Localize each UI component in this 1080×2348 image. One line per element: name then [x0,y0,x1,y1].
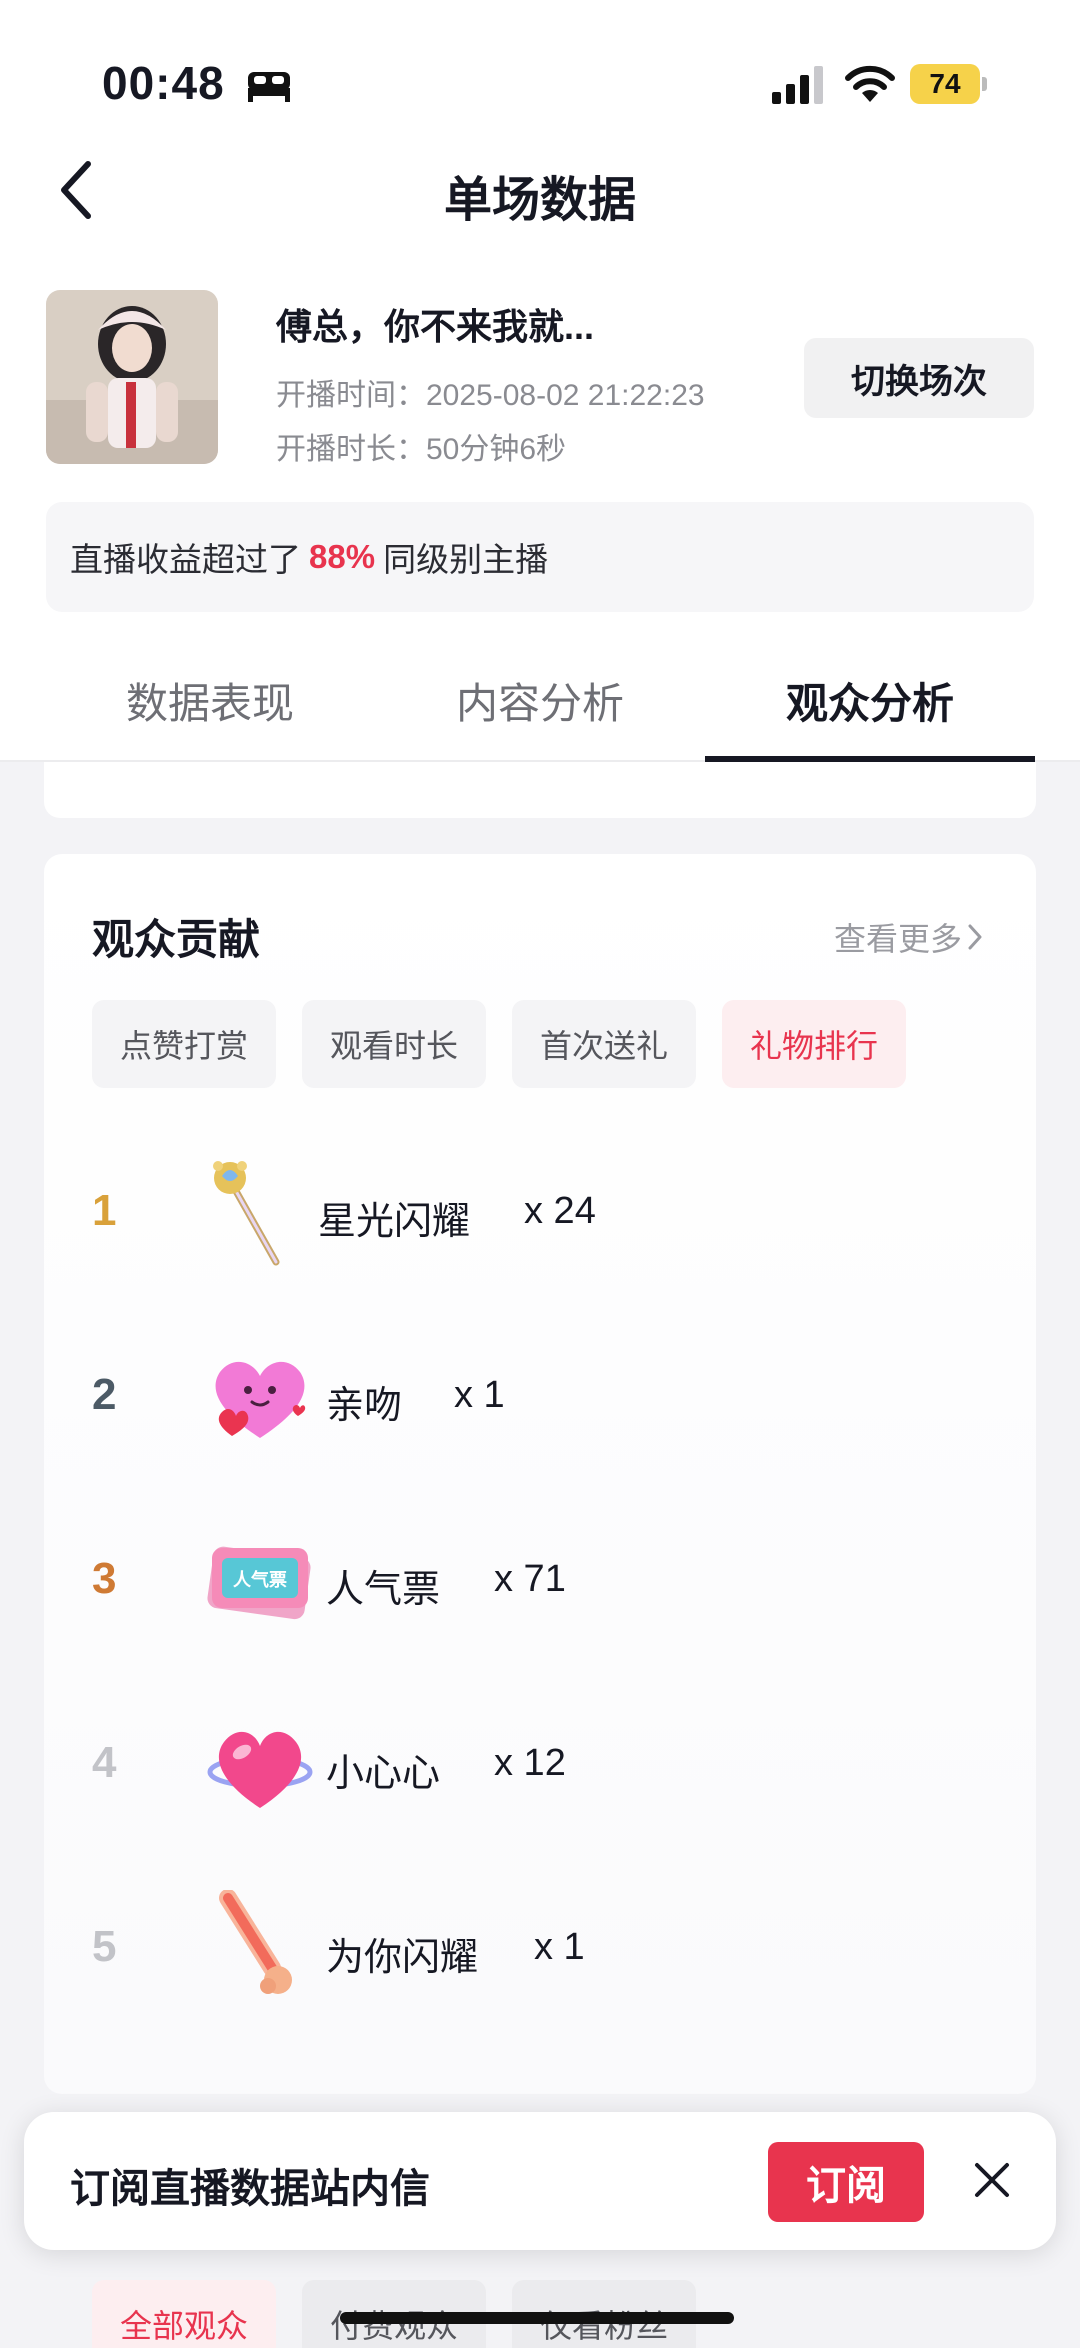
wifi-icon [845,65,895,102]
battery-tip [982,77,987,91]
previous-card [44,762,1036,818]
stream-title: 傅总，你不来我就... [276,306,595,347]
bed-icon [248,72,290,102]
rank-number: 1 [92,1186,117,1235]
signal-icon [772,66,823,104]
chip-all-audience[interactable]: 全部观众 [92,2280,277,2348]
earnings-rank-banner: 直播收益超过了 88% 同级别主播 [46,502,1034,612]
analysis-tabs: 数据表现 内容分析 观众分析 [0,640,1080,762]
switch-session-button[interactable]: 切换场次 [804,338,1034,418]
gift-row: 4 小心心 x 12 [92,1688,992,1848]
rank-number: 4 [92,1738,117,1787]
subscribe-text: 订阅直播数据站内信 [70,2167,430,2211]
gift-count: x 12 [494,1742,566,1784]
gift-name: 为你闪耀 [326,1937,479,1979]
status-time: 00:48 [102,57,225,109]
page-title: 单场数据 [443,174,636,227]
chip-first-gift[interactable]: 首次送礼 [512,1000,697,1088]
gift-row: 1 星光闪耀 x 24 [92,1136,992,1296]
battery-indicator: 74 [910,64,988,104]
rank-prefix: 直播收益超过了 [70,541,301,578]
rank-number: 3 [92,1554,117,1603]
subscribe-banner: 订阅直播数据站内信 订阅 [24,2112,1056,2250]
chip-gift-ranking[interactable]: 礼物排行 [722,1000,907,1088]
chevron-right-icon [968,924,982,950]
rank-suffix: 同级别主播 [383,541,549,578]
gift-name: 星光闪耀 [318,1201,471,1243]
audience-contribution-card: 观众贡献 查看更多 点赞打赏 观看时长 首次送礼 礼物排行 1 星光闪耀 x 2… [44,854,1036,2094]
tab-audience-analysis-label: 观众分析 [785,679,954,727]
gift-count: x 1 [534,1926,585,1968]
view-more-link[interactable]: 查看更多 [834,914,982,960]
battery-level: 74 [910,64,980,104]
chip-likes-tips[interactable]: 点赞打赏 [92,1000,277,1088]
gift-count: x 1 [454,1374,505,1416]
svg-text:人气票: 人气票 [233,1569,287,1591]
rank-number: 5 [92,1922,117,1971]
status-bar: 00:48 74 [0,0,1080,130]
gift-count: x 24 [524,1190,596,1232]
home-indicator[interactable] [340,2312,734,2324]
stream-thumbnail [46,290,218,464]
card-title: 观众贡献 [92,916,261,963]
stream-duration: 开播时长：50分钟6秒 [276,433,567,466]
close-banner-button[interactable] [964,2152,1020,2208]
gift-name: 人气票 [326,1569,441,1611]
heart-kiss-icon [215,1361,306,1438]
glowstick-icon [219,1890,292,1994]
gift-name: 亲吻 [326,1385,403,1427]
tab-data-performance[interactable]: 数据表现 [45,640,375,760]
rank-number: 2 [92,1370,117,1419]
heart-icon [207,1731,313,1808]
ticket-icon: 人气票 [207,1546,311,1620]
contribution-filter-chips: 点赞打赏 观看时长 首次送礼 礼物排行 [92,1000,907,1088]
chip-watch-time[interactable]: 观看时长 [302,1000,487,1088]
gift-row: 2 亲吻 x 1 [92,1320,992,1480]
scepter-icon [213,1161,280,1266]
gift-row: 5 为你闪耀 x 1 [92,1872,992,2032]
tab-content-analysis[interactable]: 内容分析 [375,640,705,760]
close-icon [975,2163,1009,2197]
tab-audience-analysis[interactable]: 观众分析 [705,640,1035,762]
rank-percent: 88% [309,538,376,575]
streamer-photo [46,290,218,464]
subscribe-button[interactable]: 订阅 [768,2142,924,2222]
stream-start-time: 开播时间：2025-08-02 21:22:23 [276,379,705,412]
gift-row: 3 人气票 人气票 x 71 [92,1504,992,1664]
view-more-label: 查看更多 [833,921,962,957]
gift-count: x 71 [494,1558,566,1600]
gift-name: 小心心 [326,1753,441,1795]
